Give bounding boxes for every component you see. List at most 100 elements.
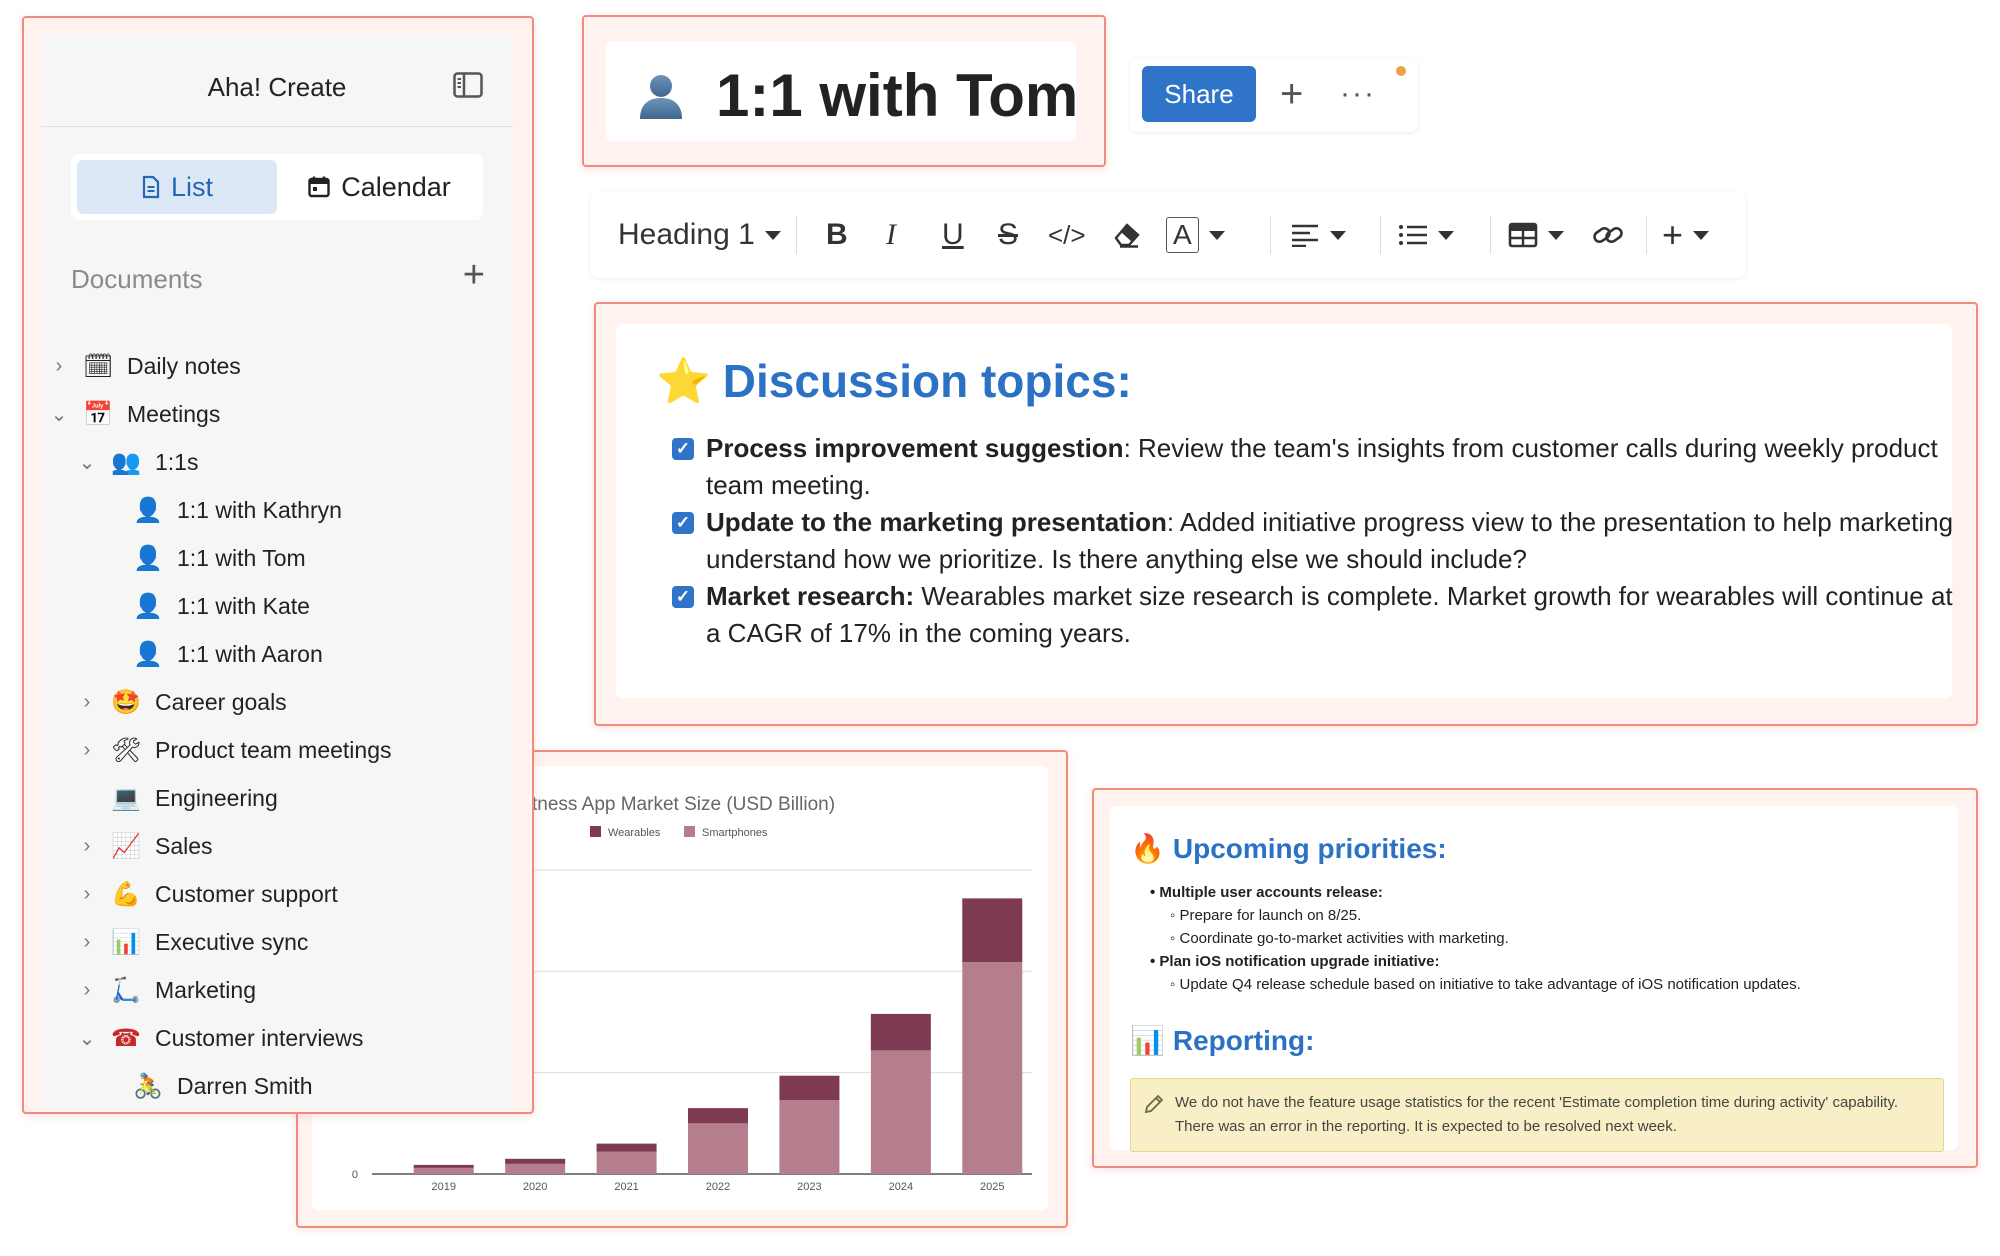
checkbox-checked[interactable]: ✓ [672,586,694,608]
task-item: ✓ Market research: Wearables market size… [672,578,1956,652]
chevron-right-icon[interactable]: › [77,883,97,906]
text-color-button[interactable]: A [1166,192,1225,278]
reporting-heading: 📊 Reporting: [1130,1024,1314,1057]
y-tick-label: 0 [352,1169,358,1181]
tree-item-label: 1:1 with Kathryn [177,496,342,523]
checkbox-checked[interactable]: ✓ [672,512,694,534]
add-button[interactable]: + [1280,66,1303,122]
bar-segment [870,1013,931,1051]
flexed-biceps-icon: 💪 [111,880,141,908]
discussion-frame: ⭐ Discussion topics: ✓ Process improveme… [594,302,1978,726]
bold-button[interactable]: B [826,192,848,278]
chevron-down-icon[interactable]: ⌄ [77,450,97,475]
chevron-down-icon[interactable]: ⌄ [49,402,69,427]
tree-item-customer-interviews[interactable]: ⌄ ☎ Customer interviews [77,1016,364,1060]
toolbar-divider [796,216,797,254]
task-title: Process improvement suggestion [706,433,1124,463]
insert-button[interactable]: + [1662,192,1710,278]
add-document-button[interactable]: + [463,256,485,294]
toolbar-divider [1490,216,1491,254]
clear-format-button[interactable] [1112,192,1142,278]
priority-item: • Plan iOS notification upgrade initiati… [1150,953,1440,970]
bar-segment [596,1143,657,1152]
tree-item-label: Engineering [155,784,278,811]
tree-item-label: Sales [155,832,213,859]
chevron-right-icon[interactable]: › [77,691,97,714]
tree-item-label: Executive sync [155,928,309,955]
chevron-right-icon[interactable]: › [77,835,97,858]
tree-item-label: Daily notes [127,352,241,379]
title-card: 1:1 with Tom [606,41,1078,141]
tab-calendar[interactable]: Calendar [281,160,477,214]
bar-chart-icon: 📊 [111,928,141,956]
chevron-right-icon[interactable]: › [49,355,69,378]
bulleted-list-icon [1399,225,1427,245]
chart-title: tness App Market Size (USD Billion) [532,794,835,815]
priority-subitem-text: Coordinate go-to-market activities with … [1179,930,1509,947]
person-icon: 👤 [133,544,163,572]
caret-down-icon [764,230,781,240]
italic-button[interactable]: I [886,192,896,278]
tab-list[interactable]: List [77,160,277,214]
discussion-card: ⭐ Discussion topics: ✓ Process improveme… [616,324,1953,698]
page-title[interactable]: 1:1 with Tom [716,61,1078,130]
priorities-card: 🔥 Upcoming priorities: • Multiple user a… [1110,806,1958,1152]
bar-segment [413,1167,474,1174]
list-button[interactable] [1398,192,1454,278]
pencil-icon [1144,1094,1164,1114]
tree-item-meetings[interactable]: ⌄ 📅 Meetings [49,392,221,436]
tree-item-label: Career goals [155,688,287,715]
star-icon: ⭐ [656,357,711,406]
app-title: Aha! Create [207,72,347,102]
eraser-icon [1114,223,1140,248]
link-icon [1593,226,1623,244]
chevron-right-icon[interactable]: › [77,739,97,762]
sidebar-toggle-icon[interactable] [453,72,483,98]
tree-item-executive-sync[interactable]: › 📊 Executive sync [77,920,309,964]
checkbox-checked[interactable]: ✓ [672,438,694,460]
tree-item-1-1-kathryn[interactable]: 👤 1:1 with Kathryn [133,488,342,532]
insert-label: + [1662,214,1684,255]
strikethrough-button[interactable]: S [998,192,1018,278]
bar-segment [505,1158,566,1164]
tree-item-marketing[interactable]: › 🛴 Marketing [77,968,256,1012]
tree-item-career-goals[interactable]: › 🤩 Career goals [77,680,287,724]
sidebar: Aha! Create List Calendar Documents + › 🗓… [41,34,513,1108]
tab-calendar-label: Calendar [341,171,451,202]
bar-segment [962,898,1023,963]
tree-item-darren-smith[interactable]: 🚴 Darren Smith [133,1064,312,1108]
tree-item-customer-support[interactable]: › 💪 Customer support [77,872,338,916]
chevron-right-icon[interactable]: › [77,931,97,954]
align-button[interactable] [1290,192,1346,278]
bar-segment [779,1075,840,1101]
bar-segment [688,1108,748,1124]
tree-item-1-1-kate[interactable]: 👤 1:1 with Kate [133,584,310,628]
legend-label: Wearables [608,827,661,839]
underline-button[interactable]: U [942,192,964,278]
caret-down-icon [1438,230,1454,240]
bar-segment [870,1050,931,1174]
tree-item-1-1s[interactable]: ⌄ 👥 1:1s [77,440,199,484]
task-item: ✓ Process improvement suggestion: Review… [672,430,1956,504]
code-button[interactable]: </> [1048,192,1086,278]
tree-item-engineering[interactable]: 💻 Engineering [111,776,278,820]
more-options-button[interactable]: ··· [1340,66,1376,122]
block-style-select[interactable]: Heading 1 [618,192,781,278]
laptop-icon: 💻 [111,784,141,812]
tree-item-daily-notes[interactable]: › 🗓 Daily notes [49,344,241,388]
tree-item-1-1-aaron[interactable]: 👤 1:1 with Aaron [133,632,323,676]
people-icon: 👥 [111,448,141,476]
tree-item-sales[interactable]: › 📈 Sales [77,824,213,868]
tree-item-product-team-meetings[interactable]: › 🛠 Product team meetings [77,728,392,772]
priorities-frame: 🔥 Upcoming priorities: • Multiple user a… [1092,788,1978,1168]
share-button[interactable]: Share [1142,66,1256,122]
tree-item-1-1-tom[interactable]: 👤 1:1 with Tom [133,536,306,580]
toolbar-divider [1270,216,1271,254]
chevron-down-icon[interactable]: ⌄ [77,1026,97,1051]
view-switch: List Calendar [71,154,483,220]
tree-item-label: Customer support [155,880,338,907]
chevron-right-icon[interactable]: › [77,979,97,1002]
table-button[interactable] [1508,192,1564,278]
bar-segment [596,1151,657,1174]
link-button[interactable] [1592,192,1624,278]
